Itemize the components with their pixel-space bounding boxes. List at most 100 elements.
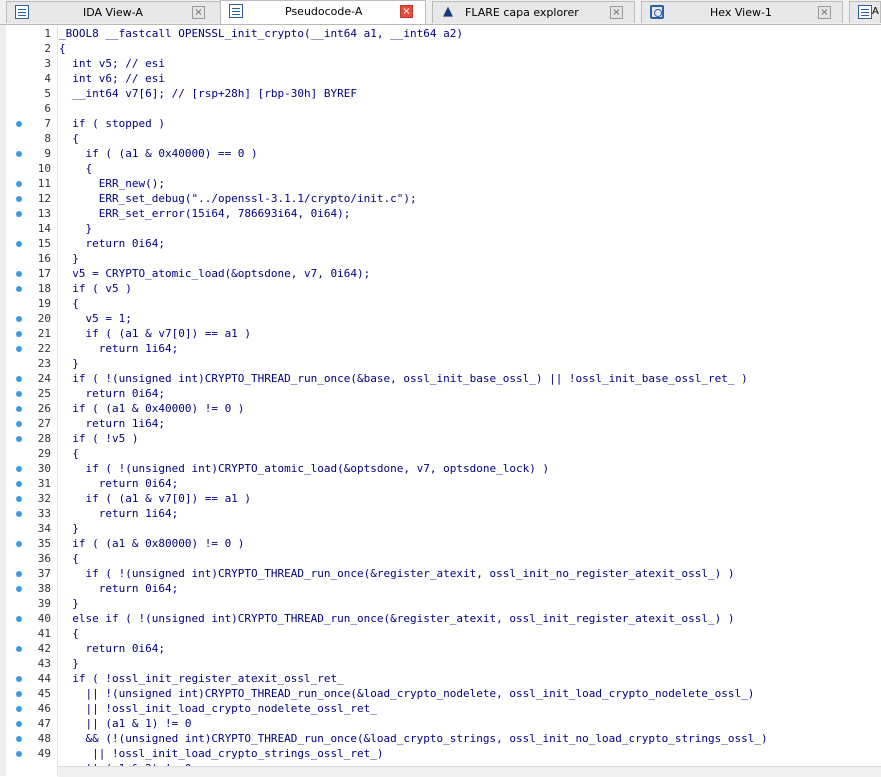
breakpoint-marker-icon[interactable] xyxy=(16,211,22,217)
breakpoint-marker-icon[interactable] xyxy=(16,406,22,412)
code-line[interactable]: 10 { xyxy=(0,161,881,176)
code-text[interactable]: if ( (a1 & 0x80000) != 0 ) xyxy=(59,536,244,551)
code-line[interactable]: 9 if ( (a1 & 0x40000) == 0 ) xyxy=(0,146,881,161)
breakpoint-marker-icon[interactable] xyxy=(16,511,22,517)
code-text[interactable]: return 1i64; xyxy=(59,416,164,431)
code-line[interactable]: 35 if ( (a1 & 0x80000) != 0 ) xyxy=(0,536,881,551)
tab-ida-view-a[interactable]: IDA View-A × xyxy=(6,1,242,23)
code-text[interactable]: { xyxy=(59,296,79,311)
code-text[interactable]: int v5; // esi xyxy=(59,56,165,71)
code-line[interactable]: 48 && (!(unsigned int)CRYPTO_THREAD_run_… xyxy=(0,731,881,746)
code-line[interactable]: 12 ERR_set_debug("../openssl-3.1.1/crypt… xyxy=(0,191,881,206)
breakpoint-marker-icon[interactable] xyxy=(16,706,22,712)
code-line[interactable]: 5 __int64 v7[6]; // [rsp+28h] [rbp-30h] … xyxy=(0,86,881,101)
breakpoint-marker-icon[interactable] xyxy=(16,691,22,697)
breakpoint-marker-icon[interactable] xyxy=(16,616,22,622)
breakpoint-marker-icon[interactable] xyxy=(16,586,22,592)
tab-flare-capa-explorer[interactable]: ▲ FLARE capa explorer × xyxy=(432,1,635,23)
code-text[interactable]: || !(unsigned int)CRYPTO_THREAD_run_once… xyxy=(59,686,754,701)
code-text[interactable]: return 1i64; xyxy=(59,341,178,356)
breakpoint-marker-icon[interactable] xyxy=(16,181,22,187)
code-text[interactable]: } xyxy=(59,596,79,611)
code-line[interactable]: 45 || !(unsigned int)CRYPTO_THREAD_run_o… xyxy=(0,686,881,701)
code-text[interactable]: if ( !(unsigned int)CRYPTO_THREAD_run_on… xyxy=(59,371,748,386)
code-line[interactable]: 17 v5 = CRYPTO_atomic_load(&optsdone, v7… xyxy=(0,266,881,281)
code-line[interactable]: 6 xyxy=(0,101,881,116)
code-text[interactable]: { xyxy=(59,626,79,641)
code-line[interactable]: 42 return 0i64; xyxy=(0,641,881,656)
code-text[interactable]: } xyxy=(59,356,79,371)
code-line[interactable]: 16 } xyxy=(0,251,881,266)
code-text[interactable]: return 0i64; xyxy=(59,476,178,491)
code-line[interactable]: 14 } xyxy=(0,221,881,236)
breakpoint-marker-icon[interactable] xyxy=(16,196,22,202)
code-line[interactable]: 8 { xyxy=(0,131,881,146)
breakpoint-marker-icon[interactable] xyxy=(16,751,22,757)
breakpoint-marker-icon[interactable] xyxy=(16,736,22,742)
code-line[interactable]: 2{ xyxy=(0,41,881,56)
code-text[interactable]: if ( !v5 ) xyxy=(59,431,138,446)
code-line[interactable]: 46 || !ossl_init_load_crypto_nodelete_os… xyxy=(0,701,881,716)
code-text[interactable]: if ( (a1 & 0x40000) == 0 ) xyxy=(59,146,257,161)
code-line[interactable]: 26 if ( (a1 & 0x40000) != 0 ) xyxy=(0,401,881,416)
code-text[interactable]: else if ( !(unsigned int)CRYPTO_THREAD_r… xyxy=(59,611,734,626)
code-line[interactable]: 19 { xyxy=(0,296,881,311)
code-text[interactable]: _BOOL8 __fastcall OPENSSL_init_crypto(__… xyxy=(59,26,463,41)
code-line[interactable]: 22 return 1i64; xyxy=(0,341,881,356)
code-text[interactable]: return 1i64; xyxy=(59,506,178,521)
code-line[interactable]: 11 ERR_new(); xyxy=(0,176,881,191)
code-text[interactable]: } xyxy=(59,221,92,236)
code-line[interactable]: 34 } xyxy=(0,521,881,536)
breakpoint-marker-icon[interactable] xyxy=(16,571,22,577)
code-line[interactable]: 15 return 0i64; xyxy=(0,236,881,251)
code-line[interactable]: 31 return 0i64; xyxy=(0,476,881,491)
code-text[interactable]: } xyxy=(59,251,79,266)
breakpoint-marker-icon[interactable] xyxy=(16,676,22,682)
code-line[interactable]: 40 else if ( !(unsigned int)CRYPTO_THREA… xyxy=(0,611,881,626)
breakpoint-marker-icon[interactable] xyxy=(16,466,22,472)
code-line[interactable]: 37 if ( !(unsigned int)CRYPTO_THREAD_run… xyxy=(0,566,881,581)
code-line[interactable]: 18 if ( v5 ) xyxy=(0,281,881,296)
code-text[interactable]: if ( v5 ) xyxy=(59,281,132,296)
tab-structures[interactable]: A xyxy=(849,1,881,23)
code-text[interactable]: if ( (a1 & v7[0]) == a1 ) xyxy=(59,326,251,341)
breakpoint-marker-icon[interactable] xyxy=(16,481,22,487)
code-line[interactable]: 38 return 0i64; xyxy=(0,581,881,596)
code-text[interactable]: int v6; // esi xyxy=(59,71,165,86)
code-text[interactable]: if ( stopped ) xyxy=(59,116,165,131)
breakpoint-marker-icon[interactable] xyxy=(16,376,22,382)
code-line[interactable]: 20 v5 = 1; xyxy=(0,311,881,326)
code-line[interactable]: 29 { xyxy=(0,446,881,461)
code-text[interactable]: if ( !(unsigned int)CRYPTO_atomic_load(&… xyxy=(59,461,549,476)
code-text[interactable]: ERR_new(); xyxy=(59,176,165,191)
code-line[interactable]: 1 _BOOL8 __fastcall OPENSSL_init_crypto(_… xyxy=(0,26,881,41)
code-line[interactable]: 28 if ( !v5 ) xyxy=(0,431,881,446)
code-line[interactable]: 44 if ( !ossl_init_register_atexit_ossl_… xyxy=(0,671,881,686)
code-line[interactable]: 13 ERR_set_error(15i64, 786693i64, 0i64)… xyxy=(0,206,881,221)
code-text[interactable]: v5 = CRYPTO_atomic_load(&optsdone, v7, 0… xyxy=(59,266,370,281)
code-line[interactable]: 36 { xyxy=(0,551,881,566)
code-line[interactable]: 7 if ( stopped ) xyxy=(0,116,881,131)
code-line[interactable]: 32 if ( (a1 & v7[0]) == a1 ) xyxy=(0,491,881,506)
code-line[interactable]: 24 if ( !(unsigned int)CRYPTO_THREAD_run… xyxy=(0,371,881,386)
code-text[interactable]: { xyxy=(59,131,79,146)
code-text[interactable]: return 0i64; xyxy=(59,236,164,251)
code-line[interactable]: 23 } xyxy=(0,356,881,371)
breakpoint-marker-icon[interactable] xyxy=(16,286,22,292)
code-text[interactable]: if ( (a1 & 0x40000) != 0 ) xyxy=(59,401,244,416)
code-line[interactable]: 21 if ( (a1 & v7[0]) == a1 ) xyxy=(0,326,881,341)
breakpoint-marker-icon[interactable] xyxy=(16,436,22,442)
code-line[interactable]: 25 return 0i64; xyxy=(0,386,881,401)
code-text[interactable]: if ( (a1 & v7[0]) == a1 ) xyxy=(59,491,251,506)
code-text[interactable]: } xyxy=(59,656,79,671)
tab-hex-view-1[interactable]: Hex View-1 × xyxy=(641,1,843,23)
close-icon[interactable]: × xyxy=(610,6,623,19)
breakpoint-marker-icon[interactable] xyxy=(16,346,22,352)
code-text[interactable]: { xyxy=(59,551,79,566)
code-line[interactable]: 49 || !ossl_init_load_crypto_strings_oss… xyxy=(0,746,881,761)
code-text[interactable]: if ( !(unsigned int)CRYPTO_THREAD_run_on… xyxy=(59,566,734,581)
code-text[interactable]: && (!(unsigned int)CRYPTO_THREAD_run_onc… xyxy=(59,731,767,746)
breakpoint-marker-icon[interactable] xyxy=(16,316,22,322)
close-icon[interactable]: × xyxy=(400,5,413,18)
code-text[interactable]: || (a1 & 1) != 0 xyxy=(59,716,191,731)
